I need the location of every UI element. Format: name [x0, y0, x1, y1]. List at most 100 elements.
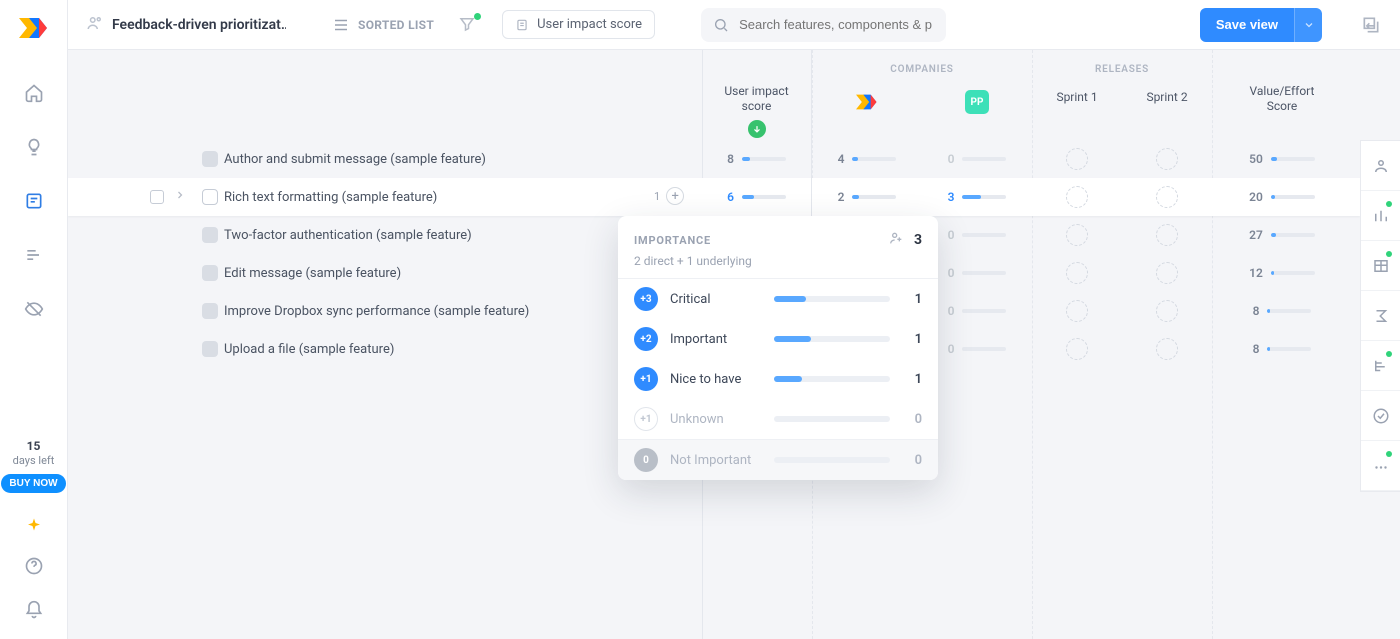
rail-gantt-icon[interactable] — [1361, 341, 1400, 391]
score-cell[interactable]: 0 — [922, 330, 1032, 368]
weight-pill: +2 — [634, 327, 658, 351]
feature-row[interactable]: Author and submit message (sample featur… — [68, 140, 1360, 178]
feature-name: Two-factor authentication (sample featur… — [224, 216, 472, 254]
score-cell[interactable]: 4 — [812, 140, 922, 178]
score-cell[interactable]: 6 — [702, 178, 812, 216]
row-checkbox[interactable] — [202, 303, 218, 319]
score-cell[interactable]: 0 — [922, 216, 1032, 254]
importance-row[interactable]: +2 Important 1 — [618, 319, 938, 359]
importance-label: Nice to have — [670, 372, 762, 387]
save-view-button[interactable]: Save view — [1200, 8, 1294, 42]
lightbulb-icon[interactable] — [23, 136, 45, 158]
importance-value: 0 — [902, 412, 922, 427]
release-cell[interactable] — [1032, 216, 1122, 254]
company-logo-icon[interactable] — [855, 90, 879, 114]
importance-label: Critical — [670, 292, 762, 307]
feature-name: Upload a file (sample feature) — [224, 330, 394, 368]
feature-name: Edit message (sample feature) — [224, 254, 401, 292]
row-checkbox[interactable] — [202, 151, 218, 167]
release-cell[interactable] — [1122, 178, 1212, 216]
import-icon[interactable] — [1360, 14, 1382, 36]
rail-chart-icon[interactable] — [1361, 191, 1400, 241]
release-cell[interactable] — [1122, 254, 1212, 292]
rail-sigma-icon[interactable] — [1361, 291, 1400, 341]
row-checkbox[interactable] — [202, 227, 218, 243]
release-cell[interactable] — [1032, 254, 1122, 292]
feature-row[interactable]: Rich text formatting (sample feature)1+6… — [68, 178, 1360, 216]
score-cell[interactable]: 0 — [922, 140, 1032, 178]
col-user-impact[interactable]: User impact score — [702, 84, 811, 114]
trial-days-label: days left — [13, 454, 55, 467]
release-cell[interactable] — [1032, 178, 1122, 216]
bell-icon[interactable] — [23, 599, 45, 621]
release-cell[interactable] — [1032, 330, 1122, 368]
importance-value: 1 — [902, 332, 922, 347]
search-input[interactable] — [737, 16, 934, 33]
importance-bar — [774, 296, 890, 302]
save-view-dropdown[interactable] — [1294, 8, 1322, 42]
rail-people-icon[interactable] — [1361, 141, 1400, 191]
row-select-checkbox[interactable] — [150, 190, 164, 204]
expand-icon[interactable] — [174, 189, 186, 205]
hide-icon[interactable] — [23, 298, 45, 320]
col-sprint-1[interactable]: Sprint 1 — [1032, 90, 1122, 105]
importance-row[interactable]: 0 Not Important 0 — [618, 440, 938, 480]
release-cell[interactable] — [1122, 292, 1212, 330]
score-cell[interactable]: 8 — [702, 140, 812, 178]
rail-check-icon[interactable] — [1361, 391, 1400, 441]
board-icon[interactable] — [23, 190, 45, 212]
importance-bar — [774, 376, 890, 382]
weight-pill: +1 — [634, 367, 658, 391]
document-title[interactable]: Feedback-driven prioritizat… — [86, 14, 286, 36]
home-icon[interactable] — [23, 82, 45, 104]
trial-counter: 15 days left — [13, 439, 55, 468]
sort-chip[interactable]: User impact score — [502, 10, 655, 39]
rail-table-icon[interactable] — [1361, 241, 1400, 291]
release-cell[interactable] — [1122, 216, 1212, 254]
buy-now-button[interactable]: BUY NOW — [1, 474, 65, 493]
sparkle-icon[interactable] — [23, 515, 45, 537]
score-cell[interactable]: 50 — [1212, 140, 1352, 178]
importance-label: Unknown — [670, 412, 762, 427]
sort-desc-icon[interactable] — [748, 120, 766, 138]
tag-count: 1 — [654, 190, 660, 203]
release-cell[interactable] — [1122, 140, 1212, 178]
add-tag-button[interactable]: + — [666, 187, 684, 205]
help-icon[interactable] — [23, 555, 45, 577]
filter-icon[interactable] — [458, 15, 478, 35]
trial-days: 15 — [27, 439, 41, 453]
score-cell[interactable]: 8 — [1212, 330, 1352, 368]
importance-value: 0 — [902, 453, 922, 468]
assign-icon[interactable] — [888, 230, 904, 250]
roadmap-icon[interactable] — [23, 244, 45, 266]
row-checkbox[interactable] — [202, 265, 218, 281]
score-cell[interactable]: 12 — [1212, 254, 1352, 292]
company-pp-badge[interactable]: PP — [965, 90, 989, 114]
people-icon — [86, 14, 104, 36]
importance-row[interactable]: +1 Unknown 0 — [618, 399, 938, 439]
app-logo — [18, 14, 50, 42]
importance-row[interactable]: +1 Nice to have 1 — [618, 359, 938, 399]
col-sprint-2[interactable]: Sprint 2 — [1122, 90, 1212, 105]
score-cell[interactable]: 3 — [922, 178, 1032, 216]
row-checkbox[interactable] — [202, 341, 218, 357]
release-cell[interactable] — [1032, 140, 1122, 178]
score-cell[interactable]: 20 — [1212, 178, 1352, 216]
col-value-effort[interactable]: Value/Effort Score — [1212, 84, 1352, 114]
importance-label: Important — [670, 332, 762, 347]
score-cell[interactable]: 2 — [812, 178, 922, 216]
score-cell[interactable]: 0 — [922, 254, 1032, 292]
sorted-list-toggle[interactable]: SORTED LIST — [332, 16, 434, 34]
search-field[interactable] — [701, 8, 946, 42]
release-cell[interactable] — [1122, 330, 1212, 368]
score-cell[interactable]: 27 — [1212, 216, 1352, 254]
rail-more-icon[interactable] — [1361, 441, 1400, 491]
top-bar: Feedback-driven prioritizat… SORTED LIST… — [68, 0, 1400, 50]
sort-chip-label: User impact score — [537, 17, 642, 32]
score-cell[interactable]: 0 — [922, 292, 1032, 330]
score-cell[interactable]: 8 — [1212, 292, 1352, 330]
row-checkbox[interactable] — [202, 189, 218, 205]
importance-bar — [774, 336, 890, 342]
release-cell[interactable] — [1032, 292, 1122, 330]
importance-row[interactable]: +3 Critical 1 — [618, 279, 938, 319]
